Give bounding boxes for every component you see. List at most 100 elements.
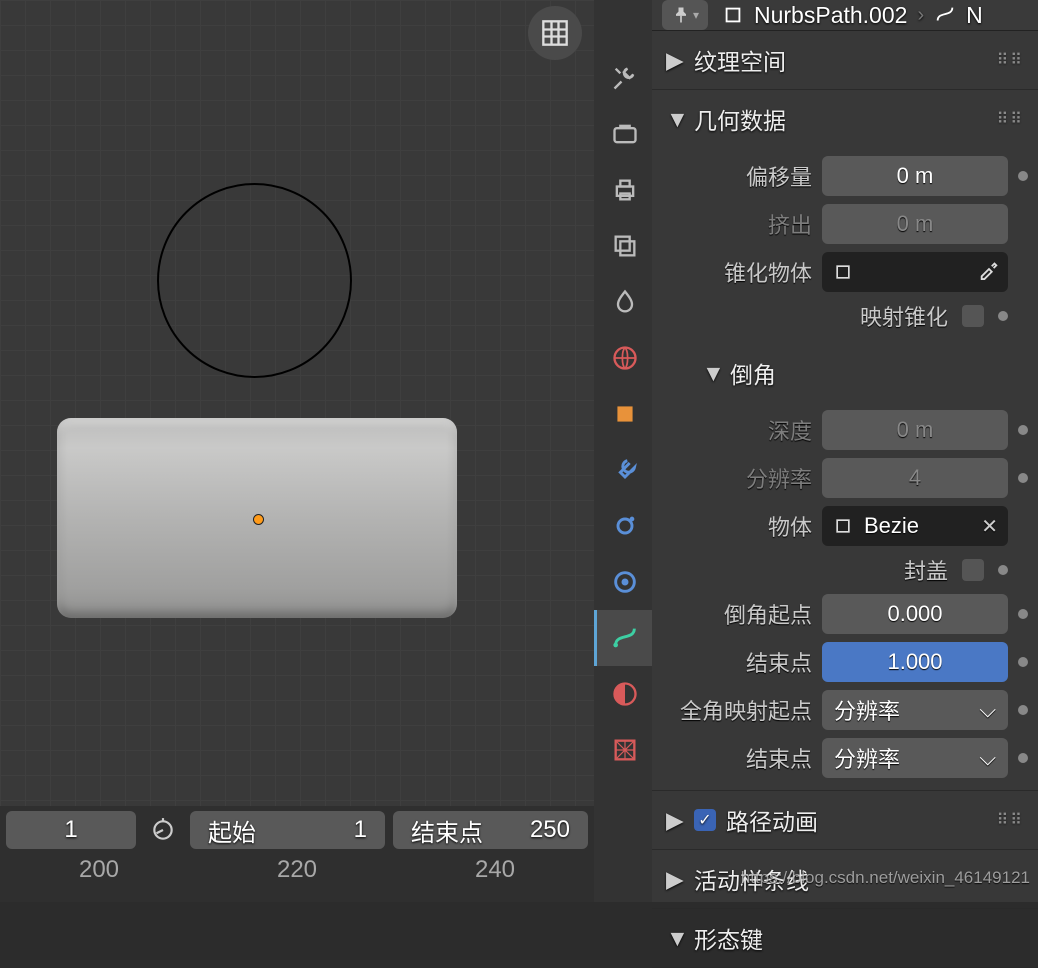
- tab-object[interactable]: [594, 386, 652, 442]
- pin-toggle[interactable]: ▾: [662, 0, 708, 30]
- map-taper-checkbox[interactable]: [962, 305, 984, 327]
- tab-object-data[interactable]: [594, 610, 652, 666]
- curve-data-icon: [934, 4, 956, 26]
- clear-x-icon[interactable]: ✕: [981, 514, 998, 539]
- animate-dot[interactable]: [1018, 657, 1028, 667]
- drag-handle-icon[interactable]: ⠿⠿: [997, 810, 1024, 830]
- wrench-screwdriver-icon: [611, 64, 639, 92]
- ruler-tick: 240: [475, 856, 515, 884]
- camera-back-icon: [611, 120, 639, 148]
- bevel-object-value: Bezie: [864, 513, 919, 539]
- offset-label: 偏移量: [662, 160, 812, 192]
- animate-dot[interactable]: [1018, 609, 1028, 619]
- object-icon: [722, 4, 744, 26]
- properties-header: ▾ NurbsPath.002 › N: [652, 0, 1038, 31]
- printer-icon: [611, 176, 639, 204]
- physics-icon: [611, 568, 639, 596]
- viewport-shading-toggle[interactable]: [528, 6, 582, 60]
- object-origin-indicator: [253, 514, 264, 525]
- animate-dot[interactable]: [1018, 705, 1028, 715]
- ruler-tick: 220: [277, 856, 317, 884]
- timeline-ruler[interactable]: 200 220 240: [0, 854, 594, 894]
- tab-tool[interactable]: [594, 50, 652, 106]
- tab-physics[interactable]: [594, 554, 652, 610]
- pin-icon: [671, 5, 691, 25]
- animate-dot[interactable]: [998, 311, 1008, 321]
- section-bevel[interactable]: ▼ 倒角: [662, 340, 1028, 402]
- chevron-down-icon: ⌵: [979, 697, 996, 723]
- bevel-depth-label: 深度: [662, 414, 812, 446]
- bevel-depth-field[interactable]: 0 m: [822, 410, 1008, 450]
- map-start-label: 全角映射起点: [662, 694, 812, 726]
- animate-dot[interactable]: [1018, 753, 1028, 763]
- tab-particles[interactable]: [594, 498, 652, 554]
- chevron-down-icon: ▼: [702, 360, 720, 387]
- tab-render[interactable]: [594, 106, 652, 162]
- extrude-field[interactable]: 0 m: [822, 204, 1008, 244]
- fill-caps-label: 封盖: [904, 554, 948, 586]
- path-anim-checkbox[interactable]: ✓: [694, 809, 716, 831]
- object-icon: [832, 515, 854, 537]
- animate-dot[interactable]: [998, 565, 1008, 575]
- drag-handle-icon[interactable]: ⠿⠿: [997, 109, 1024, 129]
- tab-world[interactable]: [594, 330, 652, 386]
- breadcrumb[interactable]: NurbsPath.002 › N: [722, 2, 983, 29]
- section-geometry[interactable]: ▼ 几何数据 ⠿⠿: [652, 90, 1038, 148]
- properties-tabs: [594, 0, 652, 902]
- end-frame-value: 250: [530, 816, 570, 844]
- tab-modifiers[interactable]: [594, 442, 652, 498]
- object-icon: [832, 261, 854, 283]
- taper-object-picker[interactable]: [822, 252, 1008, 292]
- start-frame-label: 起始: [208, 813, 256, 848]
- animate-dot[interactable]: [1018, 171, 1028, 181]
- wrench-icon: [611, 456, 639, 484]
- offset-field[interactable]: 0 m: [822, 156, 1008, 196]
- auto-keying-button[interactable]: [144, 811, 182, 849]
- bevel-start-field[interactable]: 0.000: [822, 594, 1008, 634]
- bevel-object-label: 物体: [662, 510, 812, 542]
- bevel-resolution-label: 分辨率: [662, 462, 812, 494]
- world-icon: [611, 344, 639, 372]
- fill-caps-checkbox[interactable]: [962, 559, 984, 581]
- map-end-select[interactable]: 分辨率 ⌵: [822, 738, 1008, 778]
- section-texture-space[interactable]: ▶ 纹理空间 ⠿⠿: [652, 31, 1038, 89]
- section-title: 几何数据: [694, 102, 786, 136]
- breadcrumb-next: N: [966, 2, 983, 29]
- drag-handle-icon[interactable]: ⠿⠿: [997, 50, 1024, 70]
- viewport-3d[interactable]: 1 起始 1 结束点 250 200 220 240: [0, 0, 594, 902]
- section-shape-keys[interactable]: ▼ 形态键: [652, 909, 1038, 967]
- animate-dot[interactable]: [1018, 425, 1028, 435]
- tab-viewlayer[interactable]: [594, 218, 652, 274]
- chevron-right-icon: ▶: [666, 47, 684, 74]
- chevron-down-icon: ▼: [666, 925, 684, 952]
- curve-icon: [611, 624, 639, 652]
- tab-material[interactable]: [594, 666, 652, 722]
- current-frame-field[interactable]: 1: [6, 811, 136, 849]
- section-title: 纹理空间: [694, 43, 786, 77]
- tab-texture[interactable]: [594, 722, 652, 778]
- bezier-circle-object[interactable]: [157, 183, 352, 378]
- start-frame-field[interactable]: 起始 1: [190, 811, 385, 849]
- bevel-object-picker[interactable]: Bezie ✕: [822, 506, 1008, 546]
- ruler-tick: 200: [79, 856, 119, 884]
- tab-scene[interactable]: [594, 274, 652, 330]
- eyedropper-icon[interactable]: [978, 258, 1000, 286]
- map-start-select[interactable]: 分辨率 ⌵: [822, 690, 1008, 730]
- taper-object-label: 锥化物体: [662, 256, 812, 288]
- bevel-resolution-field[interactable]: 4: [822, 458, 1008, 498]
- breadcrumb-separator: ›: [917, 4, 924, 27]
- properties-editor: ▾ NurbsPath.002 › N ▶ 纹理空间 ⠿⠿: [594, 0, 1038, 902]
- animate-dot[interactable]: [1018, 473, 1028, 483]
- bevel-start-label: 倒角起点: [662, 598, 812, 630]
- droplet-icon: [611, 288, 639, 316]
- section-path-animation[interactable]: ▶ ✓ 路径动画 ⠿⠿: [652, 791, 1038, 849]
- chevron-down-icon: ▼: [666, 106, 684, 133]
- end-frame-field[interactable]: 结束点 250: [393, 811, 588, 849]
- material-icon: [611, 680, 639, 708]
- bevel-end-label: 结束点: [662, 646, 812, 678]
- chevron-right-icon: ▶: [666, 807, 684, 834]
- extrude-label: 挤出: [662, 208, 812, 240]
- bevel-end-field[interactable]: 1.000: [822, 642, 1008, 682]
- tab-output[interactable]: [594, 162, 652, 218]
- grid-icon: [541, 19, 569, 47]
